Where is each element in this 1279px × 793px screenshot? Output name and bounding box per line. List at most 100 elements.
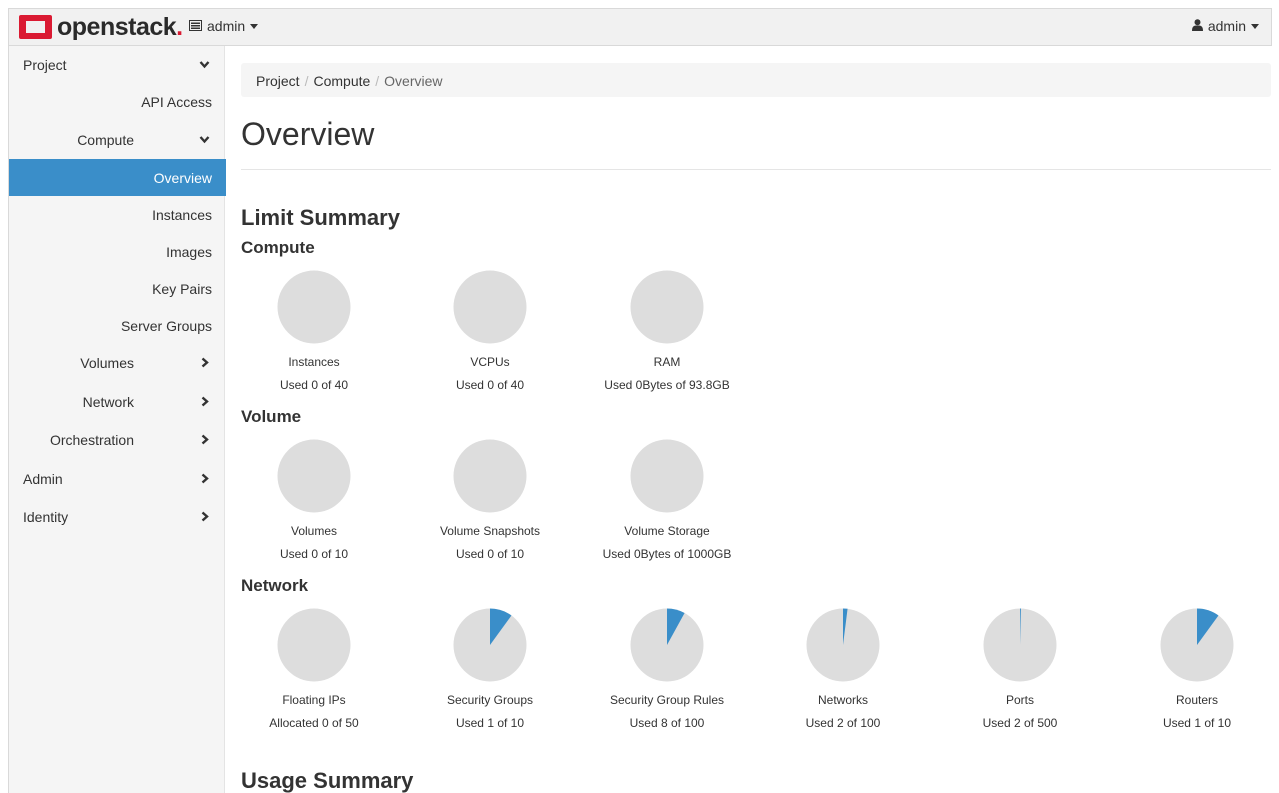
user-menu-label: admin (1207, 18, 1246, 34)
pie-chart (277, 439, 351, 513)
pie-label: RAM (653, 355, 681, 369)
pie-chart (630, 608, 704, 682)
sidebar-item-instances[interactable]: Instances (9, 196, 226, 233)
breadcrumb-item-current: Overview (384, 73, 443, 89)
pie-label: Volume Storage (624, 524, 710, 538)
pie-chart (453, 439, 527, 513)
pie-usage-text: Used 0 of 40 (455, 378, 525, 392)
breadcrumb-separator: / (375, 73, 380, 89)
chevron-right-icon (201, 511, 209, 522)
pie-remaining-slice (453, 439, 527, 513)
sidebar-item-api-access[interactable]: API Access (9, 83, 226, 120)
chevron-right-icon (201, 473, 209, 484)
pie-chart (277, 270, 351, 344)
pie-usage-text: Used 8 of 100 (629, 716, 705, 730)
pie-usage-text: Allocated 0 of 50 (269, 716, 359, 730)
limit-pie-volumes: Volumes Used 0 of 10 (234, 439, 394, 561)
sidebar-item-label: Overview (153, 170, 212, 186)
pie-chart (277, 608, 351, 682)
pie-usage-text: Used 2 of 100 (805, 716, 881, 730)
user-icon (1191, 18, 1203, 34)
network-section-heading: Network (241, 576, 309, 595)
sidebar-item-label: Images (166, 244, 212, 260)
pie-remaining-slice (277, 439, 351, 513)
brand-name: openstack. (57, 13, 183, 41)
brand-logo[interactable]: openstack. (19, 13, 183, 41)
sidebar-item-identity[interactable]: Identity (9, 498, 226, 535)
chevron-down-icon (199, 61, 210, 69)
breadcrumb: Project / Compute / Overview (241, 63, 1271, 97)
pie-label: Ports (1005, 693, 1034, 707)
sidebar-item-orchestration[interactable]: Orchestration (9, 421, 226, 458)
sidebar-item-admin[interactable]: Admin (9, 460, 226, 497)
top-navbar: openstack. admin admin (8, 8, 1272, 46)
pie-chart (806, 608, 880, 682)
pie-label: Security Groups (446, 693, 534, 707)
volume-section-heading: Volume (241, 407, 302, 426)
user-menu-dropdown[interactable]: admin (1191, 18, 1259, 34)
pie-usage-text: Used 0Bytes of 1000GB (602, 547, 732, 561)
sidebar-item-label: Project (23, 57, 67, 73)
pie-usage-text: Used 0Bytes of 93.8GB (604, 378, 730, 392)
pie-label: Volumes (290, 524, 338, 538)
caret-down-icon (1251, 23, 1259, 29)
sidebar-item-server-groups[interactable]: Server Groups (9, 307, 226, 344)
limit-pie-volume-snapshots: Volume Snapshots Used 0 of 10 (410, 439, 570, 561)
pie-usage-text: Used 0 of 40 (279, 378, 349, 392)
limit-pie-volume-storage: Volume Storage Used 0Bytes of 1000GB (587, 439, 747, 561)
sidebar-item-label: Identity (23, 509, 69, 525)
sidebar-item-images[interactable]: Images (9, 233, 226, 270)
pie-chart (453, 270, 527, 344)
pie-usage-text: Used 0 of 10 (455, 547, 525, 561)
project-selector-label: admin (207, 18, 246, 34)
sidebar-item-label: Key Pairs (152, 281, 212, 297)
pie-label: VCPUs (470, 355, 510, 369)
openstack-logo-icon (19, 15, 52, 39)
sidebar-item-label: Admin (23, 471, 63, 487)
sidebar-item-volumes[interactable]: Volumes (9, 344, 226, 381)
pie-chart (983, 608, 1057, 682)
usage-summary-heading: Usage Summary (241, 768, 414, 793)
sidebar-item-compute[interactable]: Compute (9, 121, 226, 158)
limit-pie-floating-ips: Floating IPs Allocated 0 of 50 (234, 608, 394, 730)
breadcrumb-item-project[interactable]: Project (256, 73, 300, 89)
breadcrumb-item-compute[interactable]: Compute (313, 73, 370, 89)
project-selector-dropdown[interactable]: admin (189, 18, 259, 34)
sidebar-item-network[interactable]: Network (9, 383, 226, 420)
sidebar-item-label: Orchestration (49, 432, 134, 448)
chevron-right-icon (201, 396, 209, 407)
pie-usage-text: Used 1 of 10 (455, 716, 525, 730)
limit-pie-security-groups: Security Groups Used 1 of 10 (410, 608, 570, 730)
page-title: Overview (241, 116, 375, 152)
limit-pie-vcpus: VCPUs Used 0 of 40 (410, 270, 570, 392)
pie-label: Security Group Rules (609, 693, 725, 707)
pie-chart (630, 439, 704, 513)
pie-label: Networks (817, 693, 868, 707)
pie-remaining-slice (277, 608, 351, 682)
chevron-right-icon (201, 357, 209, 368)
pie-remaining-slice (453, 270, 527, 344)
pie-usage-text: Used 2 of 500 (982, 716, 1058, 730)
sidebar-item-label: API Access (141, 94, 212, 110)
sidebar-item-overview[interactable]: Overview (9, 159, 226, 196)
pie-label: Volume Snapshots (439, 524, 541, 538)
server-list-icon (189, 18, 202, 34)
sidebar-item-key-pairs[interactable]: Key Pairs (9, 270, 226, 307)
sidebar-item-label: Instances (152, 207, 212, 223)
limit-pie-ram: RAM Used 0Bytes of 93.8GB (587, 270, 747, 392)
pie-chart (453, 608, 527, 682)
limit-pie-ports: Ports Used 2 of 500 (940, 608, 1100, 730)
limit-pie-security-group-rules: Security Group Rules Used 8 of 100 (587, 608, 747, 730)
pie-chart (1160, 608, 1234, 682)
pie-chart (630, 270, 704, 344)
limit-pie-routers: Routers Used 1 of 10 (1117, 608, 1277, 730)
pie-remaining-slice (630, 270, 704, 344)
sidebar-nav: Project API Access Compute Overview Instance… (8, 46, 226, 793)
pie-usage-text: Used 1 of 10 (1162, 716, 1232, 730)
sidebar-item-label: Network (82, 394, 134, 410)
limit-summary-heading: Limit Summary (241, 205, 400, 230)
sidebar-item-project[interactable]: Project (9, 46, 226, 83)
sidebar-item-label: Compute (77, 132, 134, 148)
pie-remaining-slice (630, 439, 704, 513)
pie-label: Routers (1175, 693, 1219, 707)
